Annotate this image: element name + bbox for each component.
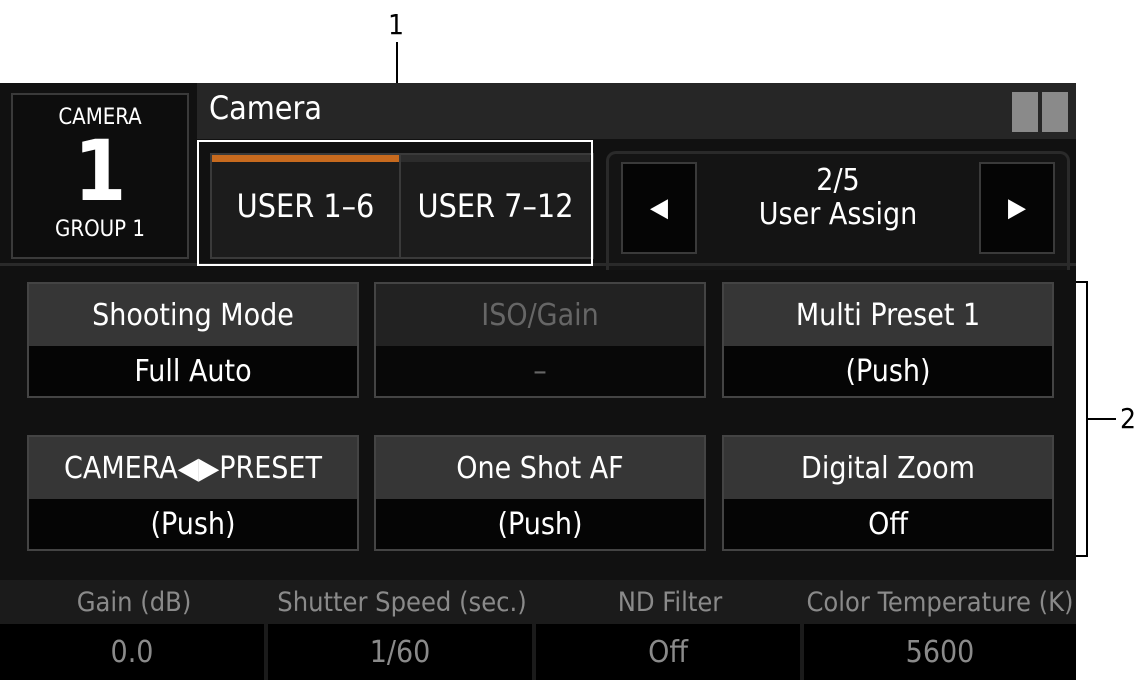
camera-group: GROUP 1 [55,217,145,242]
status-color-temperature: Color Temperature (K) 5600 [804,580,1076,680]
assign-button-iso-gain[interactable]: ISO/Gain – [374,282,706,398]
assign-value: Off [724,499,1052,549]
title-bar: Camera [197,83,1076,139]
status-value: 0.0 [0,624,268,680]
page-number: 2/5 [816,163,860,198]
status-value: 5600 [804,624,1076,680]
status-label: Gain (dB) [0,580,268,624]
status-label: Shutter Speed (sec.) [268,580,536,624]
callout-2-number: 2 [1120,402,1137,435]
assign-button-one-shot-af[interactable]: One Shot AF (Push) [374,435,706,551]
callout-2-tick [1088,418,1116,420]
status-label: Color Temperature (K) [804,580,1076,624]
split-view-icon[interactable] [1012,92,1068,132]
assign-button-digital-zoom[interactable]: Digital Zoom Off [722,435,1054,551]
status-label: ND Filter [536,580,804,624]
prev-page-button[interactable]: ◀ [621,162,697,254]
assign-button-shooting-mode[interactable]: Shooting Mode Full Auto [27,282,359,398]
page-indicator: 2/5 User Assign [709,164,967,232]
assign-value: (Push) [724,346,1052,396]
assign-value: – [376,346,704,396]
status-nd-filter: ND Filter Off [536,580,804,680]
assign-title: ISO/Gain [376,284,704,346]
page-navigator: ◀ 2/5 User Assign ▶ [606,151,1070,270]
assign-button-multi-preset[interactable]: Multi Preset 1 (Push) [722,282,1054,398]
status-shutter-speed: Shutter Speed (sec.) 1/60 [268,580,536,680]
callout-1-highlight [197,140,593,266]
assign-title: Multi Preset 1 [724,284,1052,346]
assign-button-camera-preset[interactable]: CAMERA◀▶PRESET (Push) [27,435,359,551]
page-title: Camera [209,89,322,127]
assign-value: Full Auto [29,346,357,396]
assign-title: Digital Zoom [724,437,1052,499]
camera-number: 1 [73,122,127,220]
status-value: 1/60 [268,624,536,680]
assign-value: (Push) [29,499,357,549]
next-page-button[interactable]: ▶ [979,162,1055,254]
page-name: User Assign [758,197,918,232]
status-value: Off [536,624,804,680]
status-gain: Gain (dB) 0.0 [0,580,268,680]
triangle-right-icon: ▶ [1008,193,1026,223]
assign-title: CAMERA◀▶PRESET [29,437,357,499]
callout-1-number: 1 [388,8,405,41]
assign-title: Shooting Mode [29,284,357,346]
triangle-left-icon: ◀ [650,193,668,223]
camera-indicator: CAMERA 1 GROUP 1 [11,93,189,259]
assign-title: One Shot AF [376,437,704,499]
status-bar: Gain (dB) 0.0 Shutter Speed (sec.) 1/60 … [0,580,1076,680]
assign-value: (Push) [376,499,704,549]
